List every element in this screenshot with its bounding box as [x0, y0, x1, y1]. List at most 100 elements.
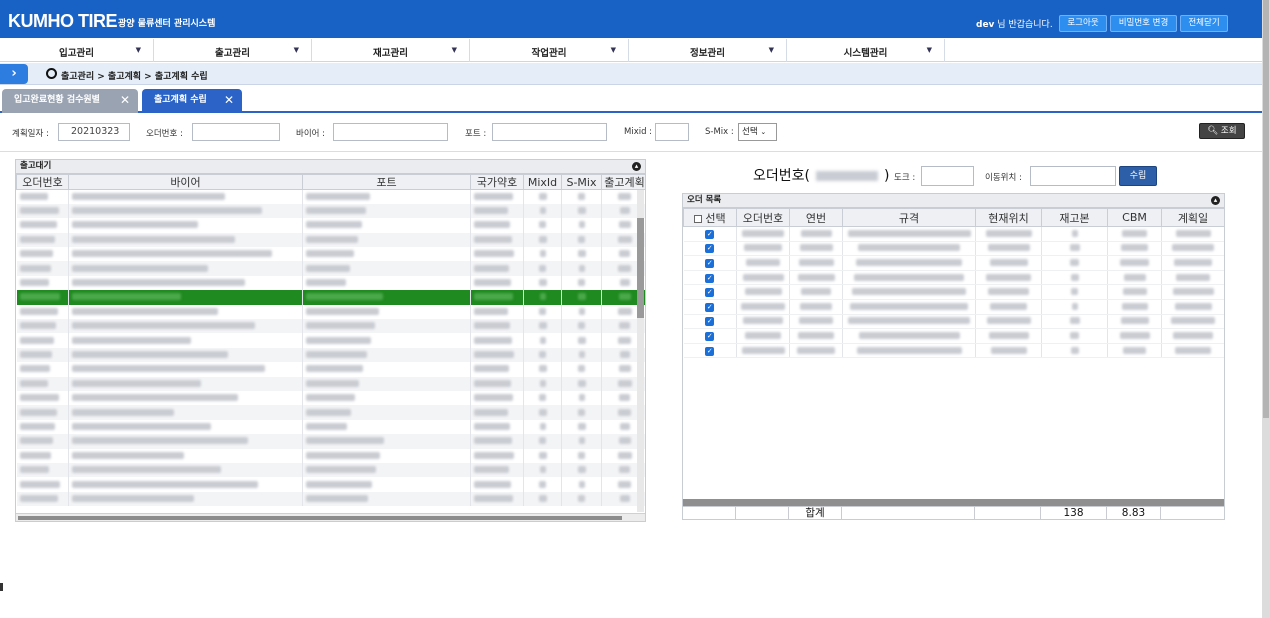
table-row[interactable]	[16, 477, 645, 492]
col-spec[interactable]: 규격	[842, 208, 976, 227]
menu-system[interactable]: 시스템관리 ▼	[787, 39, 945, 62]
plan-date-input[interactable]: 20210323	[58, 123, 130, 141]
horizontal-scrollbar[interactable]	[16, 513, 645, 521]
table-row[interactable]: ✓	[683, 226, 1224, 242]
table-row[interactable]	[16, 362, 645, 377]
page-scrollbar[interactable]	[1262, 0, 1270, 618]
table-row[interactable]	[16, 304, 645, 320]
table-row[interactable]: ✓	[683, 343, 1224, 359]
row-checkbox[interactable]: ✓	[705, 302, 715, 312]
table-row[interactable]: ✓	[683, 314, 1224, 330]
table-cell	[1107, 299, 1162, 315]
col-cbm[interactable]: CBM	[1107, 208, 1162, 227]
row-checkbox[interactable]: ✓	[705, 288, 715, 298]
smix-select[interactable]: 선택 ⌄	[738, 123, 777, 141]
logout-button[interactable]: 로그아웃	[1059, 15, 1107, 32]
table-row[interactable]: ✓	[683, 299, 1224, 315]
col-plan-date[interactable]: 계획일	[1161, 208, 1224, 227]
menu-inbound[interactable]: 입고관리 ▼	[0, 39, 154, 62]
table-row[interactable]	[16, 218, 645, 233]
table-row[interactable]	[16, 203, 645, 219]
change-password-button[interactable]: 비밀번호 변경	[1110, 15, 1177, 32]
table-row[interactable]	[16, 390, 645, 406]
table-row[interactable]: ✓	[683, 328, 1224, 344]
dock-input[interactable]	[921, 166, 974, 186]
col-seq[interactable]: 연번	[789, 208, 843, 227]
table-cell[interactable]: ✓	[683, 270, 737, 286]
port-input[interactable]	[492, 123, 607, 141]
tab-outbound-plan[interactable]: 출고계획 수립 ✕	[142, 89, 242, 113]
close-all-button[interactable]: 전체닫기	[1180, 15, 1228, 32]
sidebar-toggle-button[interactable]: ›	[0, 64, 28, 84]
table-row[interactable]	[16, 319, 645, 334]
horizontal-scrollbar[interactable]	[683, 499, 1224, 506]
row-checkbox[interactable]: ✓	[705, 229, 715, 239]
table-row[interactable]	[16, 347, 645, 363]
table-row[interactable]	[16, 405, 645, 420]
menu-outbound[interactable]: 출고관리 ▼	[154, 39, 312, 62]
table-row[interactable]: ✓	[683, 241, 1224, 257]
mixid-input[interactable]	[655, 123, 689, 141]
row-checkbox[interactable]: ✓	[705, 331, 715, 341]
table-row[interactable]	[16, 333, 645, 348]
col-select[interactable]: 선택	[683, 208, 737, 227]
table-row[interactable]	[16, 232, 645, 248]
menu-work[interactable]: 작업관리 ▼	[470, 39, 629, 62]
move-location-input[interactable]	[1030, 166, 1116, 186]
table-cell[interactable]: ✓	[683, 255, 737, 271]
brand-logo[interactable]: KUMHO TIRE	[8, 11, 118, 32]
table-row[interactable]	[16, 247, 645, 262]
search-button[interactable]: 🔍︎ 조회	[1199, 123, 1245, 139]
collapse-icon[interactable]: ▴	[632, 162, 641, 171]
col-country[interactable]: 국가약호	[470, 174, 524, 190]
table-row[interactable]	[16, 419, 645, 435]
table-row[interactable]: ✓	[683, 270, 1224, 286]
table-row[interactable]	[16, 448, 645, 463]
row-checkbox[interactable]: ✓	[705, 346, 715, 356]
close-icon[interactable]: ✕	[224, 89, 234, 111]
row-checkbox[interactable]: ✓	[705, 244, 715, 254]
table-cell[interactable]: ✓	[683, 284, 737, 300]
table-cell[interactable]: ✓	[683, 241, 737, 257]
scrollbar-thumb[interactable]	[18, 516, 622, 520]
table-row[interactable]	[16, 434, 645, 449]
order-no-input[interactable]	[192, 123, 280, 141]
row-checkbox[interactable]: ✓	[705, 273, 715, 283]
col-port[interactable]: 포트	[302, 174, 471, 190]
table-row[interactable]	[16, 491, 645, 507]
col-outbound-plan[interactable]: 출고계획	[601, 174, 645, 190]
select-all-checkbox[interactable]	[694, 214, 703, 223]
row-checkbox[interactable]: ✓	[705, 258, 715, 268]
table-cell[interactable]: ✓	[683, 226, 737, 242]
menu-info[interactable]: 정보관리 ▼	[629, 39, 787, 62]
table-row[interactable]: ✓	[683, 255, 1224, 271]
col-mixid[interactable]: MixId	[523, 174, 562, 190]
col-order-no[interactable]: 오더번호	[16, 174, 69, 190]
scrollbar-thumb[interactable]	[1263, 0, 1269, 418]
table-cell[interactable]: ✓	[683, 314, 737, 330]
table-row[interactable]: ✓	[683, 284, 1224, 300]
table-row[interactable]	[16, 376, 645, 391]
collapse-icon[interactable]: ▴	[1211, 196, 1220, 205]
buyer-input[interactable]	[333, 123, 448, 141]
table-row[interactable]	[16, 261, 645, 276]
col-stock[interactable]: 재고본	[1041, 208, 1108, 227]
row-checkbox[interactable]: ✓	[705, 317, 715, 327]
table-row[interactable]	[16, 189, 645, 204]
table-row[interactable]	[16, 462, 645, 478]
vertical-scrollbar[interactable]	[637, 190, 644, 512]
table-cell[interactable]: ✓	[683, 343, 737, 359]
col-smix[interactable]: S-Mix	[561, 174, 602, 190]
scrollbar-thumb[interactable]	[637, 218, 644, 318]
table-row[interactable]	[16, 290, 645, 305]
col-current-location[interactable]: 현재위치	[975, 208, 1042, 227]
col-buyer[interactable]: 바이어	[68, 174, 303, 190]
menu-inventory[interactable]: 재고관리 ▼	[312, 39, 470, 62]
table-cell[interactable]: ✓	[683, 299, 737, 315]
tab-inbound-status[interactable]: 입고완료현황 검수원별 ✕	[2, 89, 138, 113]
col-order-no[interactable]: 오더번호	[736, 208, 790, 227]
table-row[interactable]	[16, 275, 645, 291]
close-icon[interactable]: ✕	[120, 89, 130, 111]
plan-button[interactable]: 수립	[1119, 166, 1157, 186]
table-cell[interactable]: ✓	[683, 328, 737, 344]
